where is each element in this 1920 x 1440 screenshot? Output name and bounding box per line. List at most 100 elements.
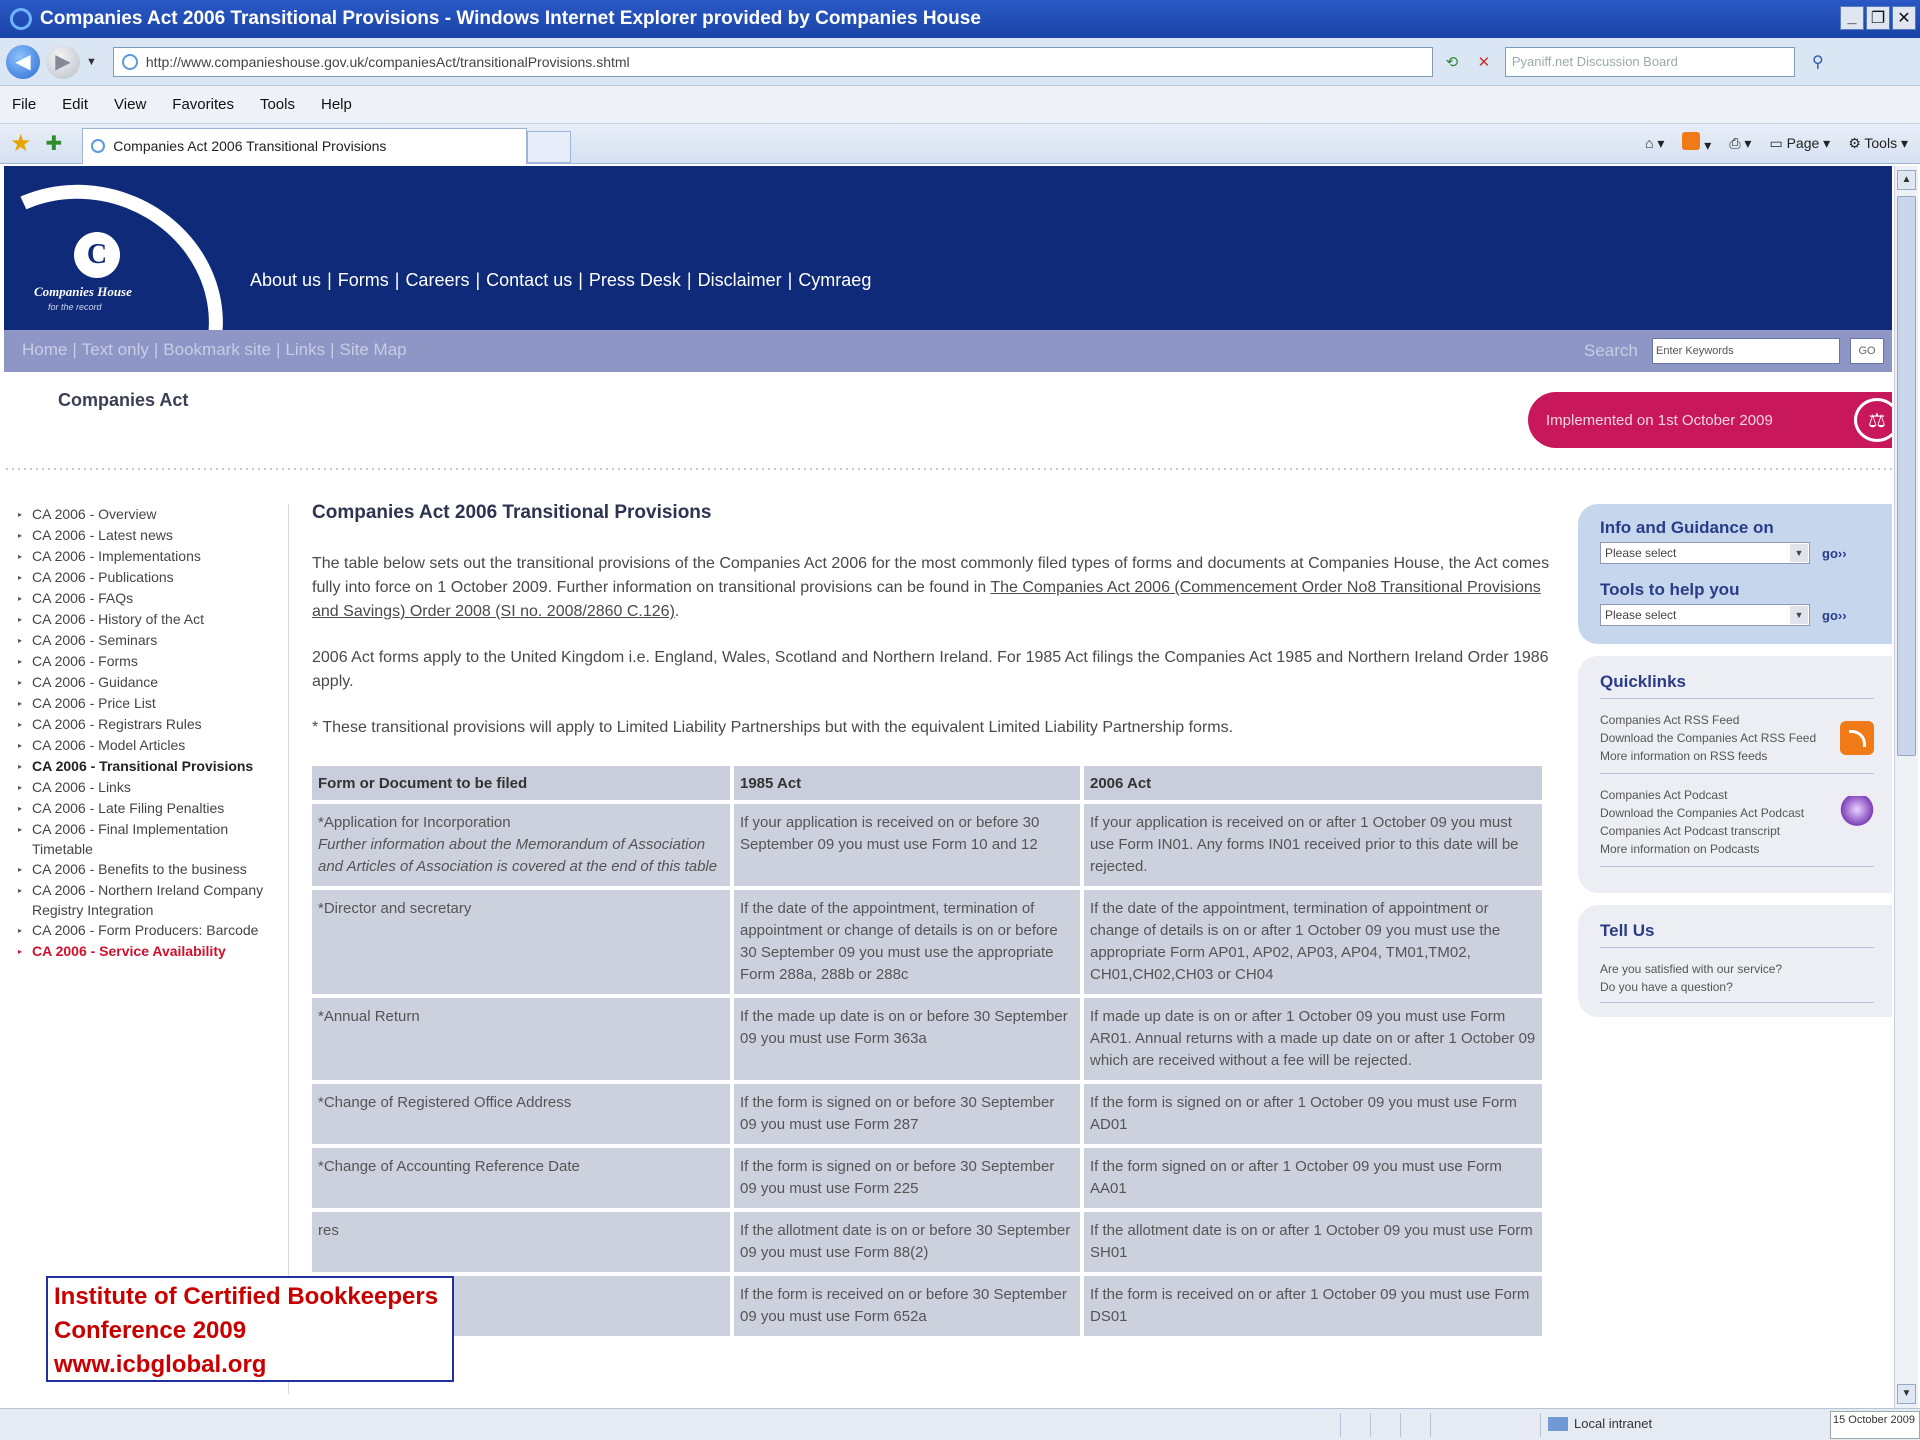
- menu-view[interactable]: View: [114, 96, 146, 113]
- podcast-info-link[interactable]: More information on Podcasts: [1600, 840, 1828, 858]
- url-field[interactable]: http://www.companieshouse.gov.uk/compani…: [112, 46, 1433, 77]
- info-guidance-select[interactable]: Please select ▼: [1600, 542, 1810, 564]
- companies-house-logo[interactable]: C: [74, 232, 120, 278]
- search-icon[interactable]: ⚲: [1801, 48, 1835, 76]
- history-dropdown-icon[interactable]: ▼: [86, 56, 97, 68]
- browser-search-input[interactable]: Pyaniff.net Discussion Board: [1504, 46, 1795, 77]
- podcast-transcript-link[interactable]: Companies Act Podcast transcript: [1600, 822, 1828, 840]
- podcast-icon[interactable]: [1840, 796, 1874, 830]
- leftnav-item[interactable]: ▸ CA 2006 - Transitional Provisions: [18, 756, 274, 777]
- nav-disclaimer[interactable]: Disclaimer: [698, 270, 782, 291]
- leftnav-item[interactable]: ▸ CA 2006 - Model Articles: [18, 735, 274, 756]
- leftnav-item[interactable]: ▸ CA 2006 - History of the Act: [18, 609, 274, 630]
- info-guidance-heading: Info and Guidance on: [1600, 518, 1774, 537]
- tab-bar: ★ ✚ Companies Act 2006 Transitional Prov…: [0, 124, 1920, 164]
- subnav-site-map[interactable]: Site Map: [340, 340, 407, 360]
- leftnav-item[interactable]: ▸ CA 2006 - Price List: [18, 693, 274, 714]
- subnav-links[interactable]: Links: [285, 340, 325, 360]
- leftnav-item[interactable]: ▸ CA 2006 - Publications: [18, 567, 274, 588]
- form-cell: res: [312, 1212, 730, 1272]
- nav-cymraeg[interactable]: Cymraeg: [798, 270, 871, 291]
- nav-careers[interactable]: Careers: [405, 270, 469, 291]
- back-button[interactable]: ◀: [6, 44, 40, 79]
- leftnav-item[interactable]: ▸ CA 2006 - Benefits to the business: [18, 859, 274, 880]
- leftnav-item[interactable]: ▸ CA 2006 - Northern Ireland Company Regi…: [18, 880, 274, 920]
- restore-button[interactable]: ❐: [1866, 6, 1890, 30]
- page-menu[interactable]: ▭ Page ▾: [1769, 135, 1830, 152]
- bullet-icon: ▸: [18, 594, 23, 603]
- site-search-label: Search: [1584, 341, 1638, 360]
- site-search-input[interactable]: Enter Keywords: [1652, 338, 1840, 364]
- menu-favorites[interactable]: Favorites: [172, 96, 234, 113]
- leftnav-item[interactable]: ▸ CA 2006 - Seminars: [18, 630, 274, 651]
- security-zone[interactable]: Local intranet: [1548, 1416, 1652, 1431]
- nav-press-desk[interactable]: Press Desk: [589, 270, 681, 291]
- forward-button[interactable]: ▶: [46, 44, 80, 79]
- rss-download-link[interactable]: Download the Companies Act RSS Feed: [1600, 729, 1828, 747]
- podcast-download-link[interactable]: Download the Companies Act Podcast: [1600, 804, 1828, 822]
- tools-menu[interactable]: ⚙ Tools ▾: [1848, 135, 1908, 152]
- subnav-bookmark-site[interactable]: Bookmark site: [163, 340, 271, 360]
- leftnav-item[interactable]: ▸ CA 2006 - Latest news: [18, 525, 274, 546]
- leftnav-item[interactable]: ▸ CA 2006 - Implementations: [18, 546, 274, 567]
- sub-navigation: Home | Text only | Bookmark site | Links | S…: [4, 330, 1892, 372]
- minimize-button[interactable]: _: [1840, 6, 1864, 30]
- dotted-divider: [4, 466, 1892, 472]
- act-2006-cell: If the date of the appointment, terminat…: [1084, 890, 1542, 994]
- leftnav-item[interactable]: ▸ CA 2006 - Service Availability: [18, 941, 274, 962]
- scroll-up-icon[interactable]: ▲: [1897, 170, 1916, 190]
- vertical-scrollbar[interactable]: ▲ ▼: [1894, 166, 1918, 1408]
- print-icon[interactable]: ⎙ ▾: [1729, 135, 1751, 152]
- nav-about-us[interactable]: About us: [250, 270, 321, 291]
- chevron-down-icon: ▼: [1790, 544, 1808, 562]
- home-icon[interactable]: ⌂ ▾: [1645, 135, 1664, 152]
- scroll-down-icon[interactable]: ▼: [1897, 1384, 1916, 1404]
- subnav-text-only[interactable]: Text only: [82, 340, 149, 360]
- leftnav-item[interactable]: ▸ CA 2006 - Form Producers: Barcode: [18, 920, 274, 941]
- feeds-icon[interactable]: ▾: [1682, 132, 1711, 154]
- rss-icon[interactable]: [1840, 721, 1874, 755]
- rss-info-link[interactable]: More information on RSS feeds: [1600, 747, 1828, 765]
- menu-tools[interactable]: Tools: [260, 96, 295, 113]
- leftnav-item[interactable]: ▸ CA 2006 - Guidance: [18, 672, 274, 693]
- logo-text: Companies House: [34, 284, 132, 299]
- rss-link[interactable]: Companies Act RSS Feed: [1600, 711, 1828, 729]
- nav-contact-us[interactable]: Contact us: [486, 270, 572, 291]
- leftnav-item[interactable]: ▸ CA 2006 - Registrars Rules: [18, 714, 274, 735]
- caption-line-2: Conference 2009: [54, 1317, 247, 1344]
- menu-file[interactable]: File: [12, 96, 36, 113]
- menu-edit[interactable]: Edit: [62, 96, 88, 113]
- table-row: solutionIf the form is received on or be…: [312, 1276, 1542, 1336]
- leftnav-item[interactable]: ▸ CA 2006 - FAQs: [18, 588, 274, 609]
- info-guidance-go[interactable]: go››: [1822, 546, 1847, 561]
- leftnav-item[interactable]: ▸ CA 2006 - Links: [18, 777, 274, 798]
- bullet-icon: ▸: [18, 573, 23, 582]
- site-search-go-button[interactable]: GO: [1850, 338, 1884, 364]
- implemented-banner: Implemented on 1st October 2009 ⚖: [1528, 392, 1892, 448]
- question-link[interactable]: Do you have a question?: [1600, 978, 1874, 996]
- leftnav-item[interactable]: ▸ CA 2006 - Late Filing Penalties: [18, 798, 274, 819]
- subnav-home[interactable]: Home: [22, 340, 67, 360]
- leftnav-item-label: CA 2006 - Benefits to the business: [32, 861, 247, 877]
- leftnav-item-label: CA 2006 - Form Producers: Barcode: [32, 922, 259, 938]
- new-tab-button[interactable]: [527, 130, 572, 163]
- nav-forms[interactable]: Forms: [338, 270, 389, 291]
- menu-help[interactable]: Help: [321, 96, 352, 113]
- bullet-icon: ▸: [18, 926, 23, 935]
- bullet-icon: ▸: [18, 657, 23, 666]
- tools-go[interactable]: go››: [1822, 608, 1847, 623]
- leftnav-item[interactable]: ▸ CA 2006 - Overview: [18, 504, 274, 525]
- bullet-icon: ▸: [18, 947, 23, 956]
- tab-active[interactable]: Companies Act 2006 Transitional Provisio…: [82, 127, 528, 164]
- favorites-star-icon[interactable]: ★: [10, 129, 32, 158]
- scroll-thumb[interactable]: [1897, 196, 1916, 756]
- refresh-icon[interactable]: ⟲: [1439, 49, 1465, 75]
- podcast-link[interactable]: Companies Act Podcast: [1600, 786, 1828, 804]
- tools-select[interactable]: Please select ▼: [1600, 604, 1810, 626]
- leftnav-item[interactable]: ▸ CA 2006 - Forms: [18, 651, 274, 672]
- add-favorites-icon[interactable]: ✚: [46, 131, 63, 156]
- stop-icon[interactable]: ✕: [1471, 49, 1497, 75]
- satisfaction-link[interactable]: Are you satisfied with our service?: [1600, 960, 1874, 978]
- leftnav-item[interactable]: ▸ CA 2006 - Final Implementation Timetabl…: [18, 819, 274, 859]
- close-button[interactable]: ✕: [1892, 6, 1916, 30]
